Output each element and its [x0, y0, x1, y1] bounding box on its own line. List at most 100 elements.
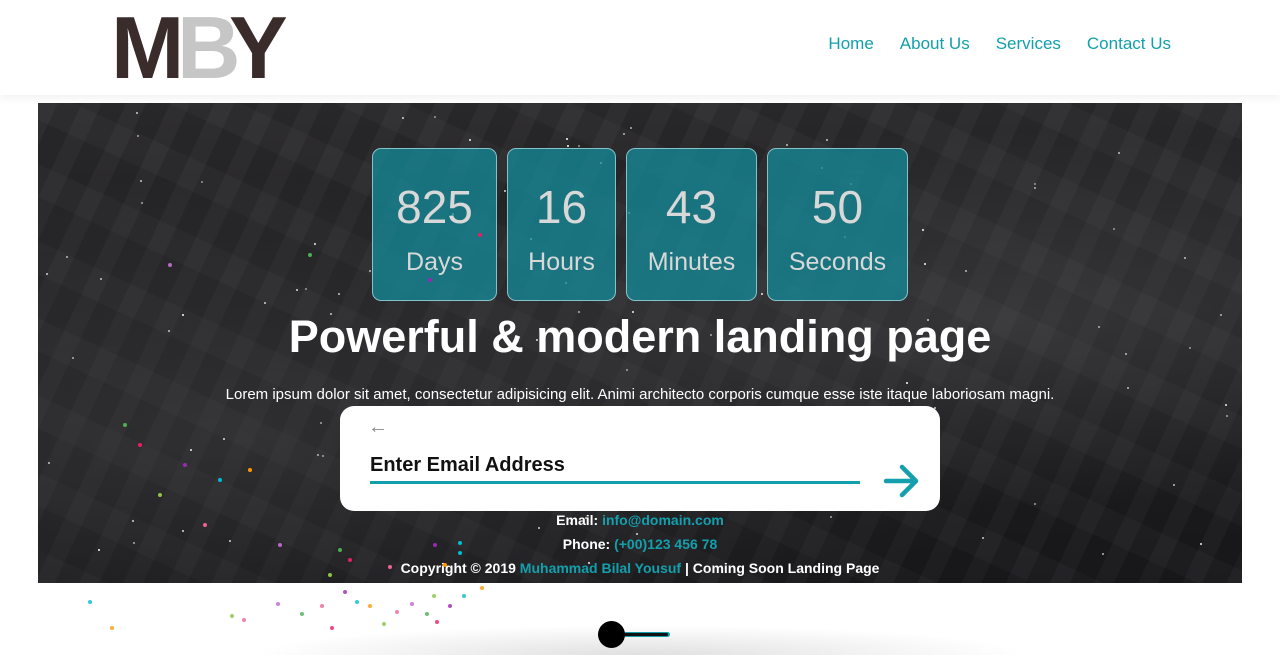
hero-section: 825 Days 16 Hours 43 Minutes 50 Seconds … [38, 103, 1242, 583]
phone-label: Phone: [562, 536, 611, 552]
particle-star [66, 256, 68, 258]
email-label: Email: [556, 512, 599, 528]
particle-star [1034, 187, 1036, 189]
particle-star [141, 202, 143, 204]
particle-star [761, 293, 763, 295]
confetti-dot [138, 443, 142, 447]
main-nav: Home About Us Services Contact Us [828, 34, 1171, 54]
confetti-dot [183, 463, 187, 467]
confetti-dot [480, 586, 484, 590]
confetti-dot [242, 618, 246, 622]
particle-star [369, 270, 371, 272]
confetti-dot [308, 253, 312, 257]
confetti-dot [395, 610, 399, 614]
particle-star [264, 302, 266, 304]
countdown-minutes-value: 43 [665, 181, 718, 233]
particle-star [1118, 152, 1120, 154]
confetti-dot [432, 594, 436, 598]
confetti-dot [355, 600, 359, 604]
particle-star [826, 139, 828, 141]
particle-star [46, 273, 48, 275]
particle-star [296, 289, 298, 291]
email-link[interactable]: info@domain.com [602, 512, 724, 528]
confetti-dot [110, 626, 114, 630]
confetti-dot [278, 543, 282, 547]
hero-subline: Lorem ipsum dolor sit amet, consectetur … [225, 386, 1055, 403]
phone-link[interactable]: (+00)123 456 78 [614, 536, 717, 552]
confetti-dot [388, 565, 392, 569]
copyright-line: Copyright © 2019 Muhammad Bilal Yousuf |… [38, 559, 1242, 577]
particle-star [48, 462, 50, 464]
logo-letter-y: Y [229, 0, 288, 97]
countdown-minutes-label: Minutes [647, 248, 736, 276]
particle-star [317, 454, 319, 456]
particle-star [190, 449, 192, 451]
particle-star [434, 116, 436, 118]
confetti-dot [478, 233, 482, 237]
site-header: M B Y Home About Us Services Contact Us [0, 0, 1280, 95]
confetti-dot [458, 541, 462, 545]
countdown-hours-label: Hours [528, 248, 595, 276]
particle-star [338, 293, 340, 295]
confetti-dot [88, 600, 92, 604]
particle-star [1102, 553, 1104, 555]
countdown-hours: 16 Hours [507, 148, 616, 301]
particle-star [469, 139, 471, 141]
nav-services[interactable]: Services [996, 34, 1061, 54]
particle-star [136, 112, 138, 114]
arrow-right-icon[interactable] [882, 461, 922, 501]
confetti-dot [168, 263, 172, 267]
countdown-hours-value: 16 [535, 181, 588, 233]
particle-star [578, 145, 580, 147]
confetti-dot [410, 602, 414, 606]
particle-star [630, 127, 632, 129]
nav-home[interactable]: Home [828, 34, 873, 54]
confetti-dot [368, 604, 372, 608]
particle-star [182, 530, 184, 532]
confetti-dot [248, 468, 252, 472]
logo[interactable]: M B Y [111, 0, 295, 97]
contact-phone-line: Phone: (+00)123 456 78 [38, 535, 1242, 553]
email-input[interactable] [370, 450, 860, 484]
particle-star [1173, 484, 1175, 486]
nav-about-us[interactable]: About Us [900, 34, 970, 54]
section-shadow [250, 625, 1030, 655]
particle-star [140, 180, 142, 182]
particle-star [100, 278, 102, 280]
copyright-prefix: Copyright © 2019 [400, 560, 516, 576]
countdown-days-value: 825 [396, 181, 473, 233]
countdown-seconds: 50 Seconds [767, 148, 908, 301]
particle-star [305, 288, 307, 290]
scroll-indicator-knob[interactable] [598, 621, 625, 648]
particle-star [1113, 228, 1115, 230]
particle-star [786, 144, 788, 146]
arrow-left-icon[interactable]: ← [368, 416, 388, 439]
confetti-dot [338, 548, 342, 552]
particle-star [201, 181, 203, 183]
countdown-days-label: Days [406, 248, 463, 276]
particle-star [965, 270, 967, 272]
confetti-dot [123, 423, 127, 427]
confetti-dot [433, 543, 437, 547]
subscribe-card: ← [340, 406, 940, 511]
particle-star [623, 133, 625, 135]
countdown-seconds-value: 50 [811, 181, 864, 233]
particle-star [567, 145, 569, 147]
nav-contact-us[interactable]: Contact Us [1087, 34, 1171, 54]
confetti-dot [203, 523, 207, 527]
logo-letter-m: M [111, 0, 184, 97]
confetti-dot [458, 551, 462, 555]
confetti-dot [328, 573, 332, 577]
author-link[interactable]: Muhammad Bilal Yousuf [520, 560, 681, 576]
confetti-dot [343, 590, 347, 594]
confetti-dot [158, 493, 162, 497]
copyright-suffix: | Coming Soon Landing Page [684, 560, 880, 576]
countdown-minutes: 43 Minutes [626, 148, 757, 301]
confetti-dot [300, 612, 304, 616]
confetti-dot [320, 604, 324, 608]
countdown-days: 825 Days [372, 148, 497, 301]
countdown-seconds-label: Seconds [788, 248, 887, 276]
particle-star [223, 438, 225, 440]
particle-star [504, 190, 506, 192]
particle-star [1034, 503, 1036, 505]
